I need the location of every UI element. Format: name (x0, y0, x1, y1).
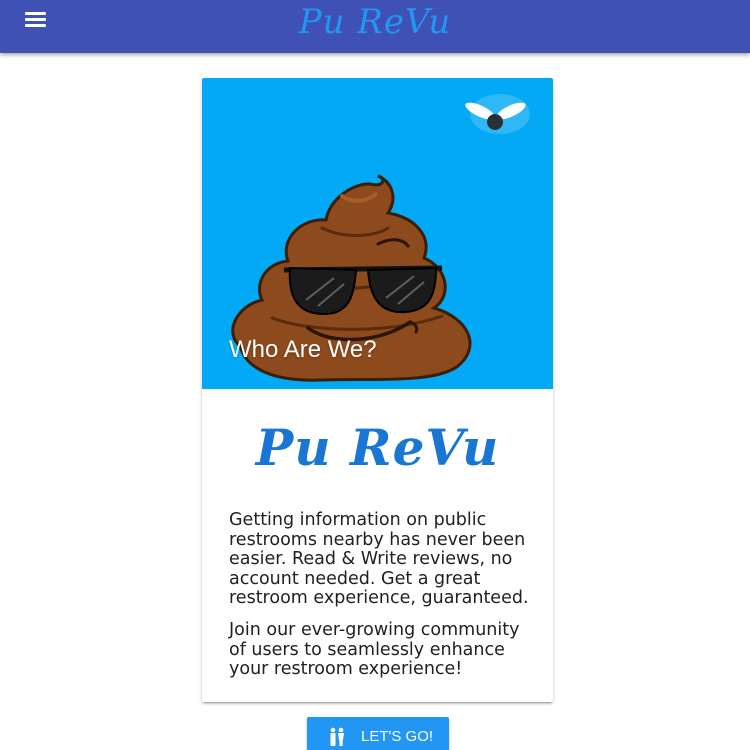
card-heading: Pu ReVu (255, 418, 500, 477)
brand-logo-text[interactable]: Pu ReVu (0, 0, 750, 44)
community-paragraph: Join our ever-growing community of users… (229, 620, 520, 679)
about-card: Who Are We? Pu ReVu Getting information … (202, 78, 553, 702)
card-image-title: Who Are We? (229, 336, 377, 363)
restroom-people-icon (330, 727, 344, 746)
fly-icon (465, 94, 530, 134)
lets-go-label: LET'S GO! (361, 728, 434, 745)
intro-paragraph: Getting information on public restrooms … (229, 510, 529, 608)
card-image: Who Are We? (202, 78, 553, 389)
lets-go-button[interactable]: LET'S GO! (307, 717, 449, 750)
top-navbar: Pu ReVu (0, 0, 750, 53)
